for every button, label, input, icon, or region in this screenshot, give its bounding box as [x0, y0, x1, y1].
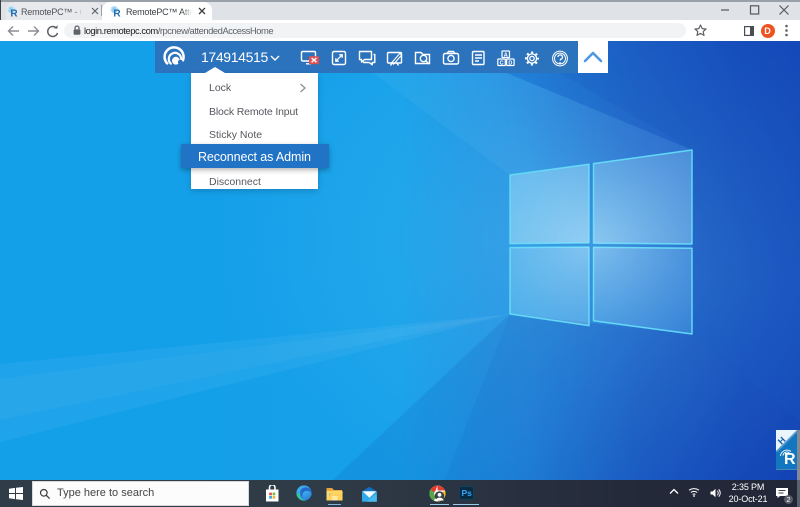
svg-text:D: D — [508, 60, 512, 66]
svg-text:C: C — [500, 60, 504, 66]
svg-text:R: R — [784, 451, 796, 468]
svg-text:A: A — [504, 52, 508, 58]
svg-text:R: R — [113, 9, 121, 17]
svg-text:R: R — [10, 9, 18, 17]
